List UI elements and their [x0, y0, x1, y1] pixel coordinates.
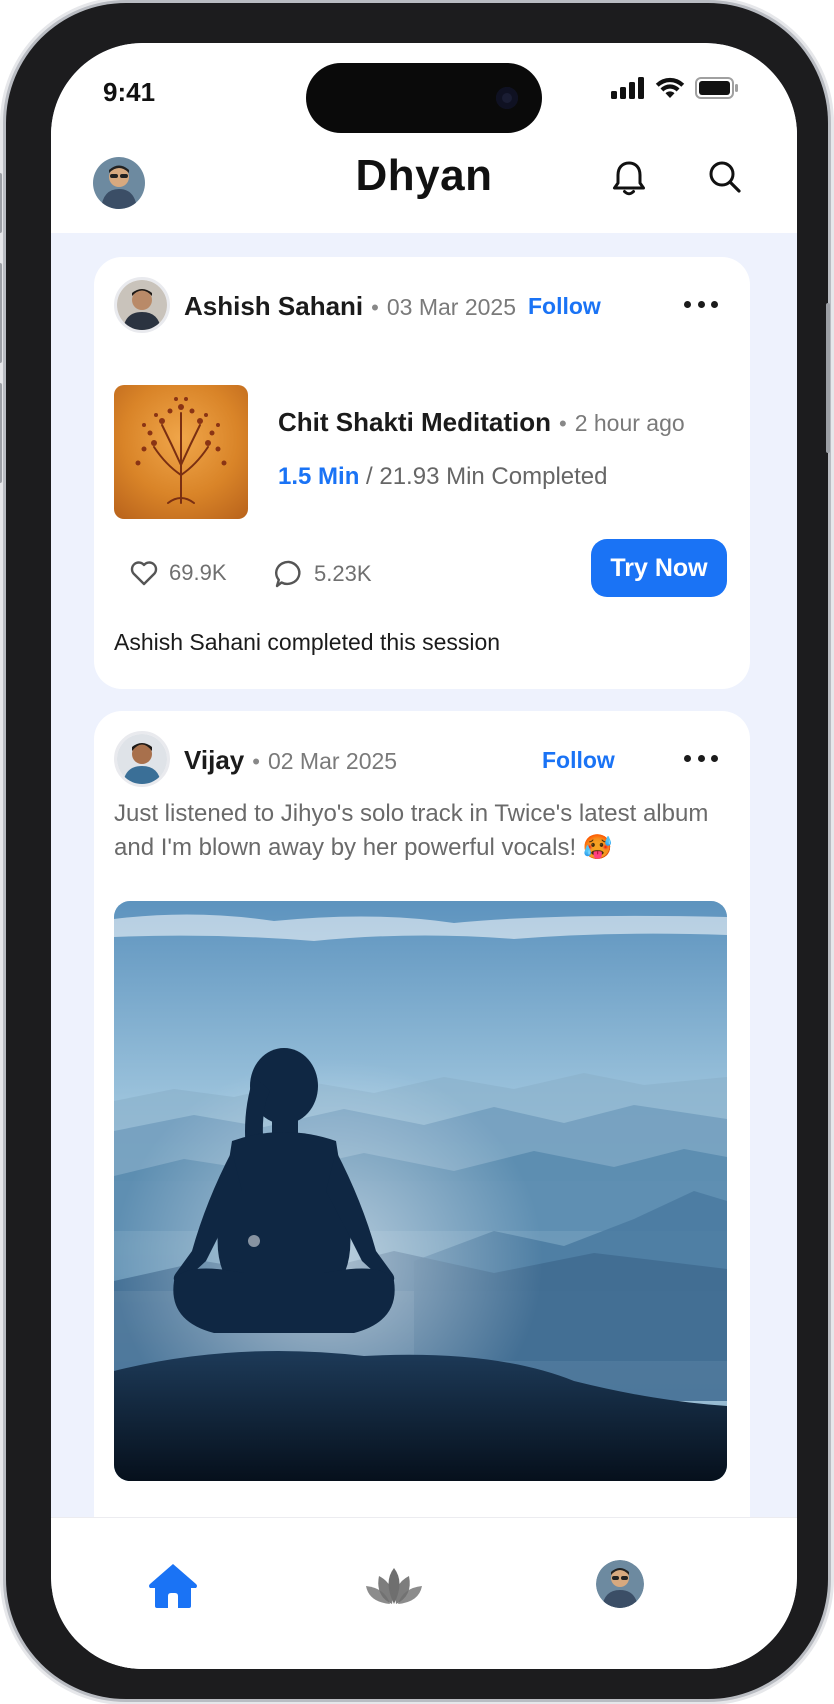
progress-total: / 21.93 Min Completed	[359, 463, 608, 490]
separator-dot: •	[371, 295, 379, 320]
session-progress: 1.5 Min / 21.93 Min Completed	[278, 463, 608, 491]
phone-frame: 9:41 Dhyan Ashish Sahani • 03 Mar 2025 F…	[0, 3, 830, 1699]
author-avatar[interactable]	[114, 731, 170, 787]
try-now-button[interactable]: Try Now	[591, 539, 727, 597]
post-text: Just listened to Jihyo's solo track in T…	[114, 800, 709, 861]
lotus-icon	[366, 1568, 422, 1604]
comment-icon	[275, 560, 301, 588]
session-title[interactable]: Chit Shakti Meditation	[278, 407, 551, 438]
follow-button[interactable]: Follow	[528, 293, 601, 320]
post-image[interactable]	[114, 901, 727, 1481]
comment-button[interactable]: 5.23K	[274, 559, 372, 589]
separator-dot: •	[252, 749, 260, 774]
more-options-icon[interactable]	[684, 301, 718, 311]
home-icon	[149, 1564, 197, 1608]
cellular-signal-icon	[611, 77, 644, 99]
nav-home[interactable]	[147, 1562, 199, 1615]
nav-profile-avatar[interactable]	[596, 1560, 644, 1613]
camera-icon	[496, 87, 518, 109]
search-button[interactable]	[707, 159, 743, 200]
volume-up-button	[0, 263, 2, 363]
volume-down-button	[0, 383, 2, 483]
author-name[interactable]: Vijay	[184, 745, 244, 776]
progress-completed: 1.5 Min	[278, 463, 360, 490]
app-screen: 9:41 Dhyan Ashish Sahani • 03 Mar 2025 F…	[51, 43, 797, 1669]
bottom-navigation	[51, 1517, 797, 1669]
wifi-icon	[655, 77, 685, 98]
completion-note: Ashish Sahani completed this session	[114, 629, 501, 655]
more-options-icon[interactable]	[684, 755, 718, 765]
session-thumbnail[interactable]	[114, 385, 248, 519]
action-button	[0, 173, 2, 233]
nav-meditation[interactable]	[361, 1566, 427, 1613]
session-meta: Chit Shakti Meditation • 2 hour ago	[278, 407, 685, 438]
author-name[interactable]: Ashish Sahani	[184, 291, 363, 322]
author-meta: Vijay • 02 Mar 2025	[184, 745, 397, 776]
session-time-ago: 2 hour ago	[574, 410, 685, 436]
status-time: 9:41	[103, 77, 156, 107]
like-count: 69.9K	[169, 560, 227, 585]
bell-icon	[613, 161, 645, 196]
search-icon	[709, 161, 741, 193]
separator-dot: •	[559, 411, 567, 436]
heart-icon	[130, 561, 158, 586]
top-bar: 9:41 Dhyan	[51, 43, 797, 233]
follow-button[interactable]: Follow	[542, 747, 615, 774]
author-meta: Ashish Sahani • 03 Mar 2025	[184, 291, 516, 322]
author-avatar[interactable]	[114, 277, 170, 333]
app-title: Dhyan	[355, 151, 493, 200]
comment-count: 5.23K	[314, 561, 372, 586]
battery-icon	[695, 77, 738, 99]
post-date: 02 Mar 2025	[267, 748, 398, 774]
post-date: 03 Mar 2025	[386, 294, 516, 320]
status-icons	[611, 77, 739, 99]
like-button[interactable]: 69.9K	[129, 559, 227, 587]
notifications-button[interactable]	[611, 159, 647, 202]
dynamic-island	[306, 63, 542, 133]
post-card: Ashish Sahani • 03 Mar 2025 Follow Chit …	[94, 257, 750, 689]
power-button	[826, 303, 830, 453]
